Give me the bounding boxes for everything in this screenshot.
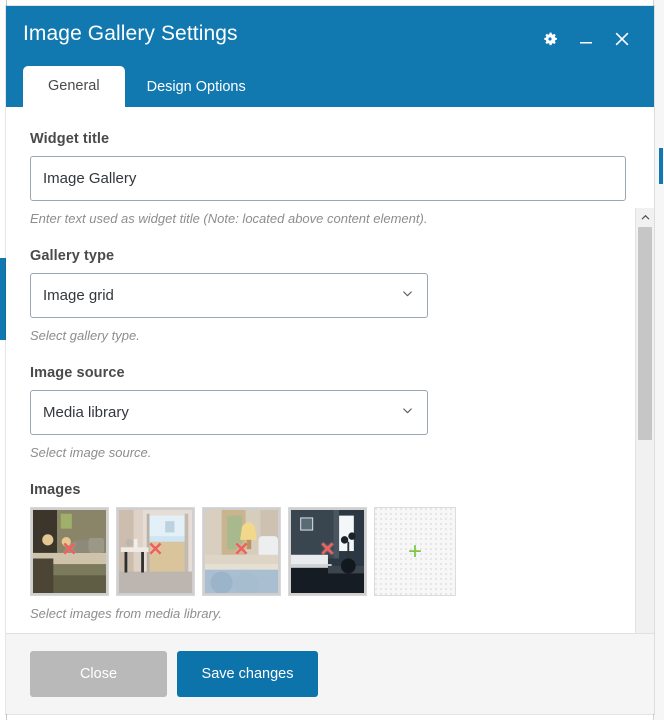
image-thumbnail[interactable]: ✕: [116, 507, 195, 596]
image-source-help: Select image source.: [30, 445, 152, 460]
footer-actions: Close Save changes: [30, 651, 318, 697]
image-thumbnail[interactable]: ✕: [202, 507, 281, 596]
gallery-type-select[interactable]: Image grid: [30, 273, 428, 318]
modal-tabs: General Design Options: [23, 65, 268, 107]
settings-scroll-area: Widget title Enter text used as widget t…: [6, 107, 636, 634]
image-source-label: Image source: [30, 365, 125, 381]
widget-title-help: Enter text used as widget title (Note: l…: [30, 211, 428, 226]
gallery-type-select-wrapper: Image grid: [30, 273, 428, 318]
tab-general[interactable]: General: [23, 65, 125, 107]
remove-image-icon[interactable]: ✕: [148, 540, 164, 559]
image-source-select-wrapper: Media library: [30, 390, 428, 435]
close-icon[interactable]: [610, 26, 634, 52]
minimize-icon[interactable]: [574, 26, 598, 52]
remove-image-icon[interactable]: ✕: [234, 540, 250, 559]
page-right-edge: [653, 0, 664, 720]
close-button[interactable]: Close: [30, 651, 167, 697]
gear-icon[interactable]: [538, 26, 562, 52]
modal-title: Image Gallery Settings: [23, 22, 238, 45]
remove-image-icon[interactable]: ✕: [320, 540, 336, 559]
images-help: Select images from media library.: [30, 606, 222, 621]
modal-header: Image Gallery Settings General Design Op…: [6, 6, 654, 107]
images-label: Images: [30, 482, 81, 498]
gallery-type-help: Select gallery type.: [30, 328, 140, 343]
image-thumbnail[interactable]: ✕: [288, 507, 367, 596]
image-gallery-settings-modal: Image Gallery Settings General Design Op…: [6, 6, 654, 714]
gallery-type-label: Gallery type: [30, 248, 115, 264]
body-scrollbar[interactable]: [635, 208, 654, 634]
modal-footer: Close Save changes: [6, 633, 654, 714]
tab-design-options[interactable]: Design Options: [125, 69, 268, 107]
add-image-button[interactable]: +: [374, 507, 456, 596]
scrollbar-thumb[interactable]: [638, 227, 652, 440]
page-right-accent: [659, 148, 663, 184]
widget-title-label: Widget title: [30, 131, 110, 147]
images-thumbnail-row: ✕ ✕ ✕ ✕ +: [30, 507, 616, 596]
browser-page: Image Gallery Settings General Design Op…: [0, 0, 664, 720]
scroll-up-icon[interactable]: [636, 208, 654, 226]
widget-title-input[interactable]: [30, 156, 626, 201]
plus-icon: +: [407, 537, 423, 565]
window-controls: [538, 26, 634, 52]
image-thumbnail[interactable]: ✕: [30, 507, 109, 596]
save-changes-button[interactable]: Save changes: [177, 651, 318, 697]
image-source-select[interactable]: Media library: [30, 390, 428, 435]
modal-body: Widget title Enter text used as widget t…: [6, 107, 654, 635]
remove-image-icon[interactable]: ✕: [62, 540, 78, 559]
